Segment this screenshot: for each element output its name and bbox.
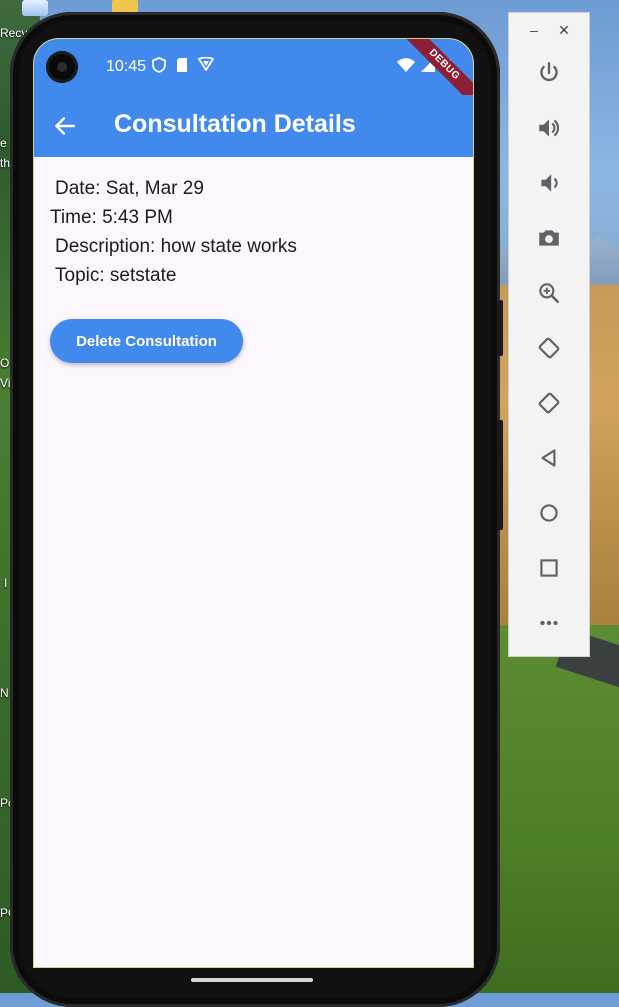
rotate-right-icon [538, 392, 560, 414]
phone-screen: 10:45 DEBUG Consultation Details Date: S… [33, 38, 474, 968]
volume-down-icon [541, 174, 558, 192]
back-button[interactable] [529, 438, 569, 478]
rotate-right-button[interactable] [529, 383, 569, 423]
emulator-toolbar: – ✕ [508, 12, 590, 657]
camera-icon [539, 230, 559, 246]
emulator-titlebar: – ✕ [509, 13, 589, 47]
phone-side-button [497, 420, 503, 530]
desktop-label[interactable]: I [4, 576, 7, 590]
desktop-label[interactable]: O [0, 356, 9, 370]
desktop-label[interactable]: th [0, 156, 10, 170]
detail-description: Description: how state works [55, 236, 297, 257]
desktop-label[interactable]: Vi [0, 376, 10, 390]
overview-icon [540, 559, 558, 577]
power-button[interactable] [529, 53, 569, 93]
screenshot-button[interactable] [529, 218, 569, 258]
detail-time: Time: 5:43 PM [50, 207, 173, 228]
home-icon [540, 504, 558, 522]
status-bar: 10:45 DEBUG [34, 39, 473, 110]
zoom-icon [539, 283, 559, 303]
detail-topic: Topic: setstate [55, 265, 177, 286]
desktop-label[interactable]: e [0, 136, 7, 150]
app-bar: Consultation Details [34, 95, 473, 157]
phone-side-button [497, 300, 503, 356]
more-button[interactable] [529, 603, 569, 643]
volume-up-button[interactable] [529, 108, 569, 148]
home-button[interactable] [529, 493, 569, 533]
back-arrow-icon[interactable] [52, 113, 78, 139]
recycle-bin-icon[interactable] [22, 0, 48, 16]
rotate-left-icon [538, 337, 560, 359]
wifi-icon [397, 58, 415, 72]
more-icon [540, 620, 558, 626]
minimize-icon[interactable]: – [527, 23, 541, 37]
status-time: 10:45 [106, 58, 147, 75]
zoom-button[interactable] [529, 273, 569, 313]
delete-consultation-button[interactable]: Delete Consultation [50, 319, 243, 363]
status-notification-icons [152, 57, 214, 73]
close-icon[interactable]: ✕ [557, 23, 571, 37]
sd-card-icon [177, 58, 187, 72]
detail-date: Date: Sat, Mar 29 [55, 178, 204, 199]
page-title: Consultation Details [114, 110, 356, 138]
vpn-icon [198, 57, 214, 71]
volume-down-button[interactable] [529, 163, 569, 203]
rotate-left-button[interactable] [529, 328, 569, 368]
desktop-label[interactable]: N [0, 686, 9, 700]
shield-icon [152, 57, 166, 73]
front-camera [46, 51, 78, 83]
volume-up-icon [539, 119, 560, 137]
home-gesture-bar[interactable] [191, 978, 313, 982]
back-icon [541, 449, 556, 467]
overview-button[interactable] [529, 548, 569, 588]
power-icon [540, 62, 558, 82]
